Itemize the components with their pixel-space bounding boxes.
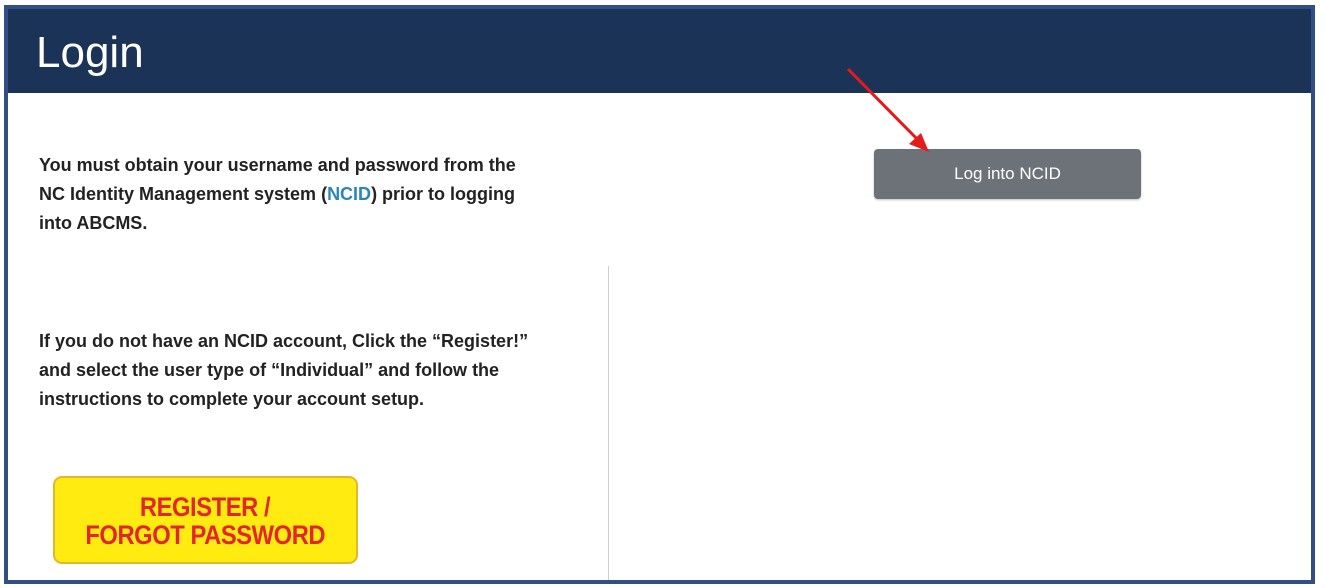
page-title: Login bbox=[36, 28, 144, 77]
intro-text: You must obtain your username and passwo… bbox=[39, 151, 539, 238]
ncid-link[interactable]: NCID bbox=[327, 184, 371, 204]
register-forgot-password-button[interactable]: REGISTER / FORGOT PASSWORD bbox=[53, 476, 358, 564]
register-button-line2: FORGOT PASSWORD bbox=[85, 520, 326, 550]
header-bar: Login bbox=[8, 9, 1311, 93]
column-divider bbox=[608, 266, 609, 580]
log-into-ncid-button[interactable]: Log into NCID bbox=[874, 149, 1141, 199]
login-panel: Login You must obtain your username and … bbox=[4, 5, 1315, 584]
register-button-line1: REGISTER / bbox=[140, 492, 271, 522]
register-instructions: If you do not have an NCID account, Clic… bbox=[39, 331, 529, 409]
